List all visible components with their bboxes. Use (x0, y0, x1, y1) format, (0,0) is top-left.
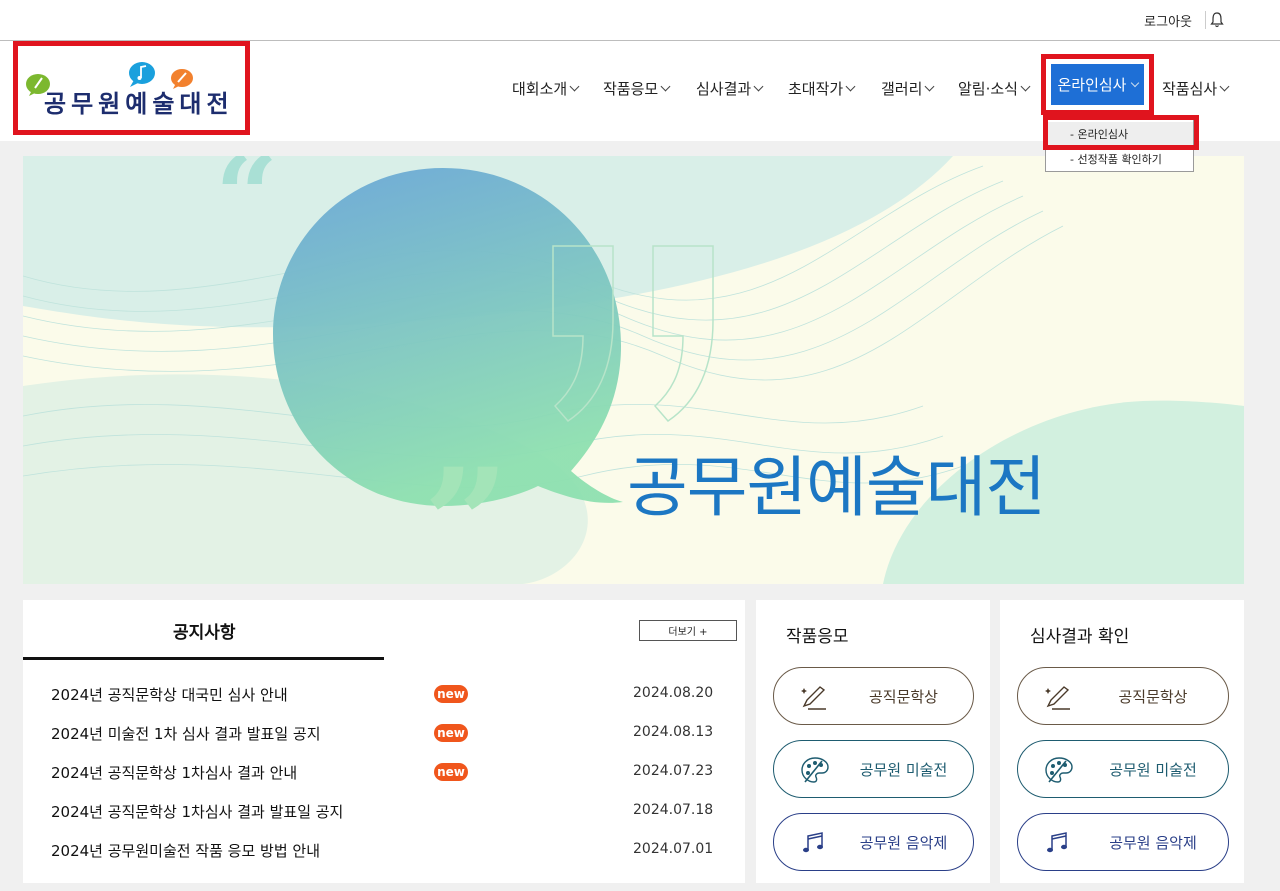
notice-row[interactable]: 2024년 공무원미술전 작품 응모 방법 안내 2024.07.01 (51, 840, 713, 862)
logo-text: 공무원예술대전 (44, 90, 234, 118)
apply-card: 작품응모 공직문학상 공무원 미술전 공무원 음악제 (756, 600, 990, 883)
new-badge: new (434, 724, 468, 742)
nav-item-online-review[interactable]: 온라인심사 (1051, 64, 1144, 105)
new-badge: new (434, 763, 468, 781)
chevron-down-icon (924, 81, 935, 92)
divider (1205, 11, 1206, 29)
result-card: 심사결과 확인 공직문학상 공무원 미술전 공무원 음악제 (1000, 600, 1244, 883)
notice-row[interactable]: 2024년 공직문학상 1차심사 결과 발표일 공지 2024.07.18 (51, 801, 713, 823)
apply-music-button[interactable]: 공무원 음악제 (773, 813, 974, 871)
top-bar: 로그아웃 (0, 0, 1280, 41)
notice-tab-underline (23, 657, 384, 660)
notice-card: 공지사항 더보기 + 2024년 공직문학상 대국민 심사 안내 new 202… (23, 600, 745, 883)
chevron-down-icon (753, 81, 764, 92)
nav-item-results[interactable]: 심사결과 (696, 78, 764, 99)
notice-row[interactable]: 2024년 공직문학상 대국민 심사 안내 new 2024.08.20 (51, 684, 713, 706)
svg-text:“: “ (215, 156, 278, 260)
result-title: 심사결과 확인 (1030, 627, 1130, 647)
new-badge: new (434, 685, 468, 703)
site-logo[interactable]: 공무원예술대전 (13, 41, 250, 135)
chevron-down-icon (1219, 81, 1230, 92)
nav-item-review[interactable]: 작품심사 (1162, 78, 1230, 99)
chevron-down-icon (1130, 78, 1139, 87)
hero-banner: “ ” 공무원예술대전 (23, 156, 1244, 584)
result-art-button[interactable]: 공무원 미술전 (1017, 740, 1229, 798)
chevron-down-icon (569, 81, 580, 92)
nav-item-apply[interactable]: 작품응모 (603, 78, 671, 99)
nav-item-gallery[interactable]: 갤러리 (881, 78, 935, 99)
chevron-down-icon (660, 81, 671, 92)
more-button[interactable]: 더보기 + (639, 620, 737, 641)
notice-row[interactable]: 2024년 미술전 1차 심사 결과 발표일 공지 new 2024.08.13 (51, 723, 713, 745)
notice-title: 공지사항 (173, 623, 236, 643)
chevron-down-icon (845, 81, 856, 92)
nav-item-invited[interactable]: 초대작가 (788, 78, 856, 99)
nav-item-about[interactable]: 대회소개 (512, 78, 580, 99)
result-literature-button[interactable]: 공직문학상 (1017, 667, 1229, 725)
submenu-item-selected-works[interactable]: - 선정작품 확인하기 (1046, 147, 1193, 170)
online-review-submenu: - 온라인심사 - 선정작품 확인하기 (1043, 115, 1199, 172)
apply-literature-button[interactable]: 공직문학상 (773, 667, 974, 725)
result-music-button[interactable]: 공무원 음악제 (1017, 813, 1229, 871)
apply-title: 작품응모 (786, 627, 849, 647)
nav-highlight-box: 온라인심사 (1041, 54, 1154, 115)
apply-art-button[interactable]: 공무원 미술전 (773, 740, 974, 798)
nav-item-news[interactable]: 알림·소식 (958, 78, 1031, 99)
svg-text:”: ” (423, 436, 509, 584)
hero-title: 공무원예술대전 (627, 449, 1046, 526)
notice-row[interactable]: 2024년 공직문학상 1차심사 결과 안내 new 2024.07.23 (51, 762, 713, 784)
logout-link[interactable]: 로그아웃 (1144, 11, 1192, 30)
bell-icon[interactable] (1209, 11, 1225, 29)
chevron-down-icon (1020, 81, 1031, 92)
submenu-highlight-box (1043, 115, 1199, 150)
